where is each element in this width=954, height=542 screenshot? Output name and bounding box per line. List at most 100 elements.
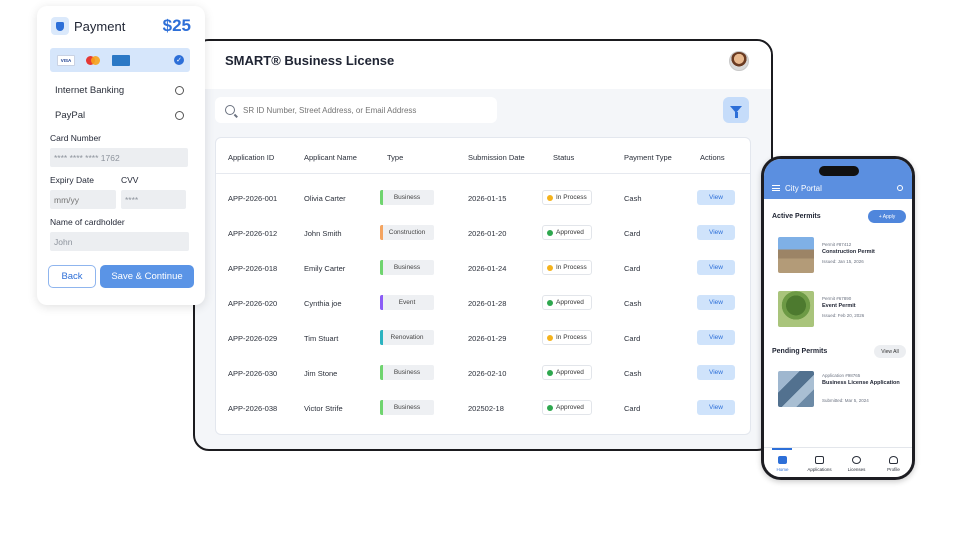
tab-label: Licenses	[847, 467, 866, 472]
search-icon[interactable]	[897, 185, 903, 191]
view-all-button[interactable]: View All	[874, 345, 906, 358]
avatar[interactable]	[729, 51, 749, 71]
back-button[interactable]: Back	[48, 265, 96, 288]
permit-card[interactable]: Permit #67890 Event Permit Issued: Feb 2…	[772, 285, 906, 333]
view-button[interactable]: View	[697, 365, 735, 380]
status-badge: In Process	[542, 260, 592, 275]
home-icon	[778, 456, 787, 464]
payment-title: Payment	[74, 19, 126, 34]
amex-icon	[112, 55, 130, 66]
tab-applications[interactable]: Applications	[801, 448, 838, 477]
view-button[interactable]: View	[697, 260, 735, 275]
profile-icon	[889, 456, 898, 464]
status-badge: Approved	[542, 365, 592, 380]
tab-profile[interactable]: Profile	[875, 448, 912, 477]
expiry-field[interactable]	[50, 190, 116, 209]
payment-type: Cash	[624, 299, 642, 308]
search-bar[interactable]	[215, 97, 497, 123]
card-payment-option[interactable]: VISA ✓	[50, 48, 190, 72]
payment-type: Card	[624, 229, 641, 238]
type-tag: Event	[380, 295, 434, 310]
permit-name: Event Permit	[822, 303, 856, 309]
active-tab-indicator	[772, 448, 792, 450]
status-dot-icon	[547, 299, 553, 306]
cvv-field[interactable]	[121, 190, 186, 209]
column-header: Submission Date	[468, 153, 525, 162]
table-row: APP-2026-030 Jim Stone Business 2026-02-10 A…	[216, 357, 750, 392]
application-id: APP-2026-001	[228, 194, 278, 203]
tab-label: Profile	[887, 467, 900, 472]
filter-button[interactable]	[723, 97, 749, 123]
card-number-field[interactable]	[50, 148, 188, 167]
payment-type: Cash	[624, 194, 642, 203]
permit-number: Permit #87412	[822, 242, 852, 247]
cardholder-label: Name of cardholder	[50, 217, 125, 227]
menu-icon[interactable]	[772, 185, 780, 191]
option-internet-banking: Internet Banking	[55, 85, 125, 96]
status-dot-icon	[547, 369, 553, 376]
pending-card[interactable]: Application #98765 Business License Appl…	[772, 365, 906, 413]
search-input[interactable]	[243, 105, 483, 115]
permit-issued: Issued: Feb 20, 2026	[822, 313, 865, 318]
visa-icon: VISA	[57, 55, 75, 66]
status-badge: In Process	[542, 330, 592, 345]
tab-label: Home	[776, 467, 789, 472]
permit-image	[778, 371, 814, 407]
portal-title: City Portal	[785, 184, 822, 193]
application-number: Application #98765	[822, 373, 861, 378]
submission-date: 2026-01-15	[468, 194, 507, 203]
type-tag: Construction	[380, 225, 434, 240]
submission-date: 2026-01-29	[468, 334, 507, 343]
table-row: APP-2026-029 Tim Stuart Renovation 2026-01-…	[216, 322, 750, 357]
payment-card: Payment $25 VISA ✓ Internet Banking PayP…	[37, 6, 205, 305]
permit-number: Permit #67890	[822, 296, 852, 301]
view-button[interactable]: View	[697, 400, 735, 415]
paypal-radio[interactable]	[175, 111, 184, 120]
status-dot-icon	[547, 404, 553, 411]
status-badge: Approved	[542, 225, 592, 240]
view-button[interactable]: View	[697, 295, 735, 310]
applications-table: Application ID Applicant Name Type Submi…	[215, 137, 751, 435]
status-badge: Approved	[542, 400, 592, 415]
permit-name: Construction Permit	[822, 249, 875, 255]
save-continue-button[interactable]: Save & Continue	[100, 265, 194, 288]
application-name: Business License Application	[822, 380, 900, 386]
table-row: APP-2026-020 Cynthia joe Event 2026-01-28 Ap…	[216, 287, 750, 322]
application-id: APP-2026-012	[228, 229, 278, 238]
apply-button[interactable]: + Apply	[868, 210, 906, 223]
view-button[interactable]: View	[697, 330, 735, 345]
applicant-name: John Smith	[304, 229, 342, 238]
column-header: Actions	[700, 153, 725, 162]
view-button[interactable]: View	[697, 225, 735, 240]
filter-icon	[730, 105, 742, 118]
pending-permits-title: Pending Permits	[772, 348, 828, 355]
applications-icon	[815, 456, 824, 464]
status-dot-icon	[547, 264, 553, 271]
status-badge: Approved	[542, 295, 592, 310]
applicant-name: Victor Strife	[304, 404, 343, 413]
status-text: In Process	[556, 264, 587, 271]
table-row: APP-2026-038 Victor Strife Business 202502-…	[216, 392, 750, 427]
payment-type: Cash	[624, 369, 642, 378]
column-header: Application ID	[228, 153, 275, 162]
status-dot-icon	[547, 334, 553, 341]
view-button[interactable]: View	[697, 190, 735, 205]
column-header: Type	[387, 153, 404, 162]
status-text: Approved	[556, 229, 584, 236]
tab-home[interactable]: Home	[764, 448, 801, 477]
permit-card[interactable]: Permit #87412 Construction Permit Issued…	[772, 231, 906, 279]
tab-licenses[interactable]: Licenses	[838, 448, 875, 477]
status-dot-icon	[547, 194, 553, 201]
cvv-label: CVV	[121, 175, 139, 185]
internet-banking-radio[interactable]	[175, 86, 184, 95]
licenses-icon	[852, 456, 861, 464]
page-title: SMART® Business License	[225, 53, 395, 68]
submission-date: 2026-02-10	[468, 369, 507, 378]
type-tag: Business	[380, 190, 434, 205]
type-tag: Business	[380, 365, 434, 380]
applicant-name: Emily Carter	[304, 264, 346, 273]
application-id: APP-2026-020	[228, 299, 278, 308]
payment-type: Card	[624, 334, 641, 343]
cardholder-field[interactable]	[50, 232, 189, 251]
active-permits-title: Active Permits	[772, 213, 821, 220]
